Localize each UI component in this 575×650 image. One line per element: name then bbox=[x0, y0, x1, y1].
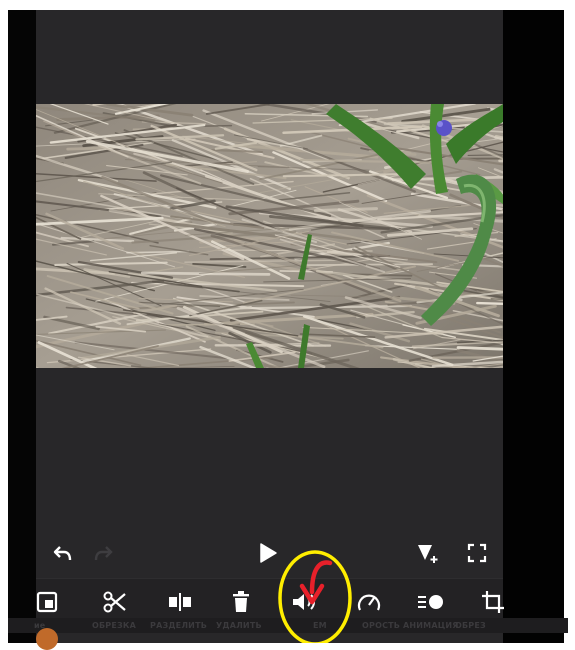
add-keyframe-icon[interactable] bbox=[415, 540, 441, 566]
picture-in-picture-icon[interactable] bbox=[30, 587, 64, 617]
tool-label-speed[interactable]: ОРОСТЬ bbox=[362, 621, 400, 630]
playback-controls bbox=[36, 532, 503, 572]
undo-icon[interactable] bbox=[50, 540, 76, 566]
tool-label-split[interactable]: РАЗДЕЛИТЬ bbox=[150, 621, 207, 630]
tool-label-crop[interactable]: ОБРЕЗ bbox=[455, 621, 486, 630]
scissors-icon[interactable] bbox=[98, 587, 132, 617]
split-icon[interactable] bbox=[163, 587, 197, 617]
crop-icon[interactable] bbox=[476, 587, 510, 617]
redo-icon[interactable] bbox=[90, 540, 116, 566]
video-preview[interactable] bbox=[36, 104, 503, 368]
volume-icon[interactable] bbox=[288, 587, 322, 617]
video-frame-image bbox=[36, 104, 503, 368]
animation-icon[interactable] bbox=[414, 587, 448, 617]
tool-label-animation[interactable]: АНИМАЦИЯ bbox=[403, 621, 459, 630]
tool-label-trim[interactable]: ОБРЕЗКА bbox=[92, 621, 136, 630]
left-black-bar bbox=[8, 10, 36, 643]
right-black-bar bbox=[503, 10, 564, 643]
avatar bbox=[36, 628, 58, 650]
tool-label-delete[interactable]: УДАЛИТЬ bbox=[216, 621, 262, 630]
speed-gauge-icon[interactable] bbox=[352, 587, 386, 617]
tool-label-volume[interactable]: ЕМ bbox=[313, 621, 327, 630]
toolbar-labels-row: ие ОБРЕЗКА РАЗДЕЛИТЬ УДАЛИТЬ ЕМ ОРОСТЬ А… bbox=[8, 618, 568, 633]
play-icon[interactable] bbox=[255, 540, 281, 566]
fullscreen-icon[interactable] bbox=[464, 540, 490, 566]
trash-icon[interactable] bbox=[224, 587, 258, 617]
video-editor-screen bbox=[36, 10, 503, 643]
